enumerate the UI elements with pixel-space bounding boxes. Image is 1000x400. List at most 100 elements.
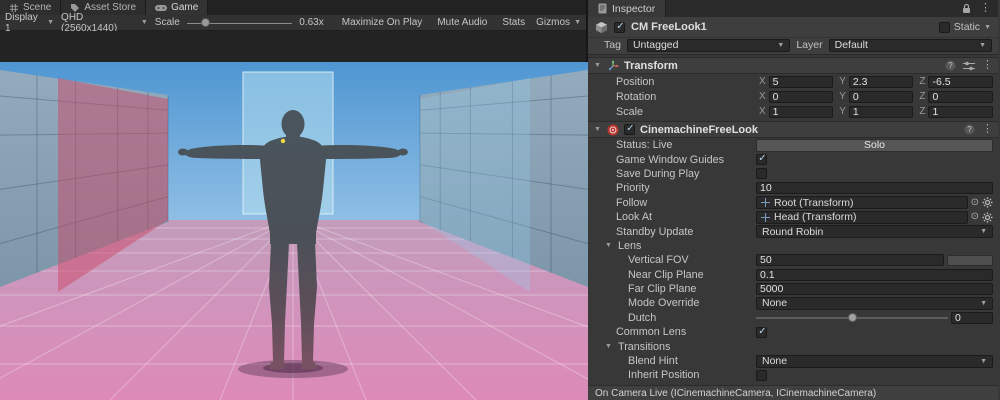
scale-label: Scale bbox=[155, 17, 180, 28]
layer-label: Layer bbox=[796, 39, 822, 51]
object-picker-icon[interactable]: ⊙ bbox=[971, 198, 979, 208]
static-group[interactable]: Static ▼ bbox=[939, 21, 991, 33]
follow-object-field[interactable]: Root (Transform) bbox=[756, 196, 968, 209]
gameobject-header: CM FreeLook1 Static ▼ bbox=[588, 17, 998, 38]
scale-z-field[interactable]: 1 bbox=[928, 106, 993, 118]
follow-row: Follow Root (Transform) ⊙ bbox=[588, 196, 998, 210]
scale-label: Scale bbox=[588, 106, 756, 118]
scale-slider-knob[interactable] bbox=[201, 18, 210, 27]
chevron-down-icon[interactable]: ▼ bbox=[984, 24, 991, 31]
gear-icon[interactable] bbox=[982, 197, 993, 208]
scale-value: 0.63x bbox=[299, 17, 323, 28]
tab-inspector[interactable]: Inspector bbox=[588, 0, 666, 17]
look-at-object-field[interactable]: Head (Transform) bbox=[756, 211, 968, 224]
presets-icon[interactable] bbox=[963, 61, 975, 71]
priority-field[interactable]: 10 bbox=[756, 182, 993, 194]
transform-title: Transform bbox=[624, 60, 678, 72]
follow-label: Follow bbox=[588, 197, 756, 209]
lock-icon[interactable] bbox=[962, 3, 971, 14]
transform-icon bbox=[607, 60, 619, 72]
dutch-slider-knob[interactable] bbox=[848, 313, 857, 322]
vertical-fov-field[interactable]: 50 bbox=[756, 254, 944, 266]
help-icon[interactable]: ? bbox=[964, 124, 975, 135]
gameobject-name-field[interactable]: CM FreeLook1 bbox=[631, 21, 933, 33]
save-during-play-label: Save During Play bbox=[588, 168, 756, 180]
game-viewport[interactable] bbox=[0, 31, 586, 400]
fov-preset-control[interactable] bbox=[947, 255, 993, 266]
chevron-down-icon: ▼ bbox=[979, 42, 986, 49]
svg-text:?: ? bbox=[967, 125, 972, 134]
position-y-field[interactable]: 2.3 bbox=[849, 76, 914, 88]
stats-button[interactable]: Stats bbox=[498, 17, 529, 28]
foldout-icon[interactable]: ▼ bbox=[593, 126, 602, 133]
menu-icon[interactable]: ⋮ bbox=[980, 3, 991, 14]
near-clip-field[interactable]: 0.1 bbox=[756, 269, 993, 281]
scale-slider[interactable] bbox=[187, 16, 292, 30]
inherit-position-checkbox[interactable] bbox=[756, 370, 767, 381]
blend-hint-row: Blend Hint None ▼ bbox=[588, 354, 998, 368]
transform-header-icons: ? ⋮ bbox=[945, 60, 993, 71]
transform-header[interactable]: ▼ Transform ? ⋮ bbox=[588, 57, 998, 74]
tag-layer-row: Tag Untagged ▼ Layer Default ▼ bbox=[588, 38, 998, 55]
tab-game[interactable]: Game bbox=[146, 0, 208, 15]
save-during-play-checkbox[interactable] bbox=[756, 168, 767, 179]
menu-icon[interactable]: ⋮ bbox=[982, 60, 993, 71]
rotation-y-field[interactable]: 0 bbox=[849, 91, 914, 103]
rotation-label: Rotation bbox=[588, 91, 756, 103]
far-clip-label: Far Clip Plane bbox=[588, 283, 756, 295]
camera-status-bar: On Camera Live (ICinemachineCamera, ICin… bbox=[588, 385, 998, 400]
foldout-icon[interactable]: ▼ bbox=[604, 343, 613, 350]
gear-icon[interactable] bbox=[982, 212, 993, 223]
blend-hint-label: Blend Hint bbox=[588, 355, 756, 367]
dutch-field[interactable]: 0 bbox=[951, 312, 993, 324]
gameobject-active-checkbox[interactable] bbox=[614, 22, 625, 33]
freelook-body: Status: Live Solo Game Window Guides Sav… bbox=[588, 138, 998, 383]
tag-value: Untagged bbox=[633, 39, 679, 51]
near-clip-label: Near Clip Plane bbox=[588, 269, 756, 281]
object-picker-icon[interactable]: ⊙ bbox=[971, 212, 979, 222]
chevron-down-icon: ▼ bbox=[980, 228, 987, 235]
common-lens-label: Common Lens bbox=[588, 326, 756, 338]
layer-value: Default bbox=[835, 39, 868, 51]
game-icon bbox=[155, 4, 167, 12]
mute-audio-button[interactable]: Mute Audio bbox=[433, 17, 491, 28]
gizmos-dropdown[interactable]: Gizmos ▼ bbox=[536, 17, 581, 28]
axis-x-label: X bbox=[759, 91, 766, 102]
blend-hint-dropdown[interactable]: None ▼ bbox=[756, 355, 993, 368]
foldout-icon[interactable]: ▼ bbox=[593, 62, 602, 69]
game-toolbar: Display 1 ▼ QHD (2560x1440) ▼ Scale 0.63… bbox=[0, 15, 586, 31]
rotation-z-field[interactable]: 0 bbox=[928, 91, 993, 103]
foldout-icon[interactable]: ▼ bbox=[604, 242, 613, 249]
common-lens-checkbox[interactable] bbox=[756, 327, 767, 338]
lens-foldout-row[interactable]: ▼ Lens bbox=[588, 239, 998, 253]
position-z-field[interactable]: -6.5 bbox=[928, 76, 993, 88]
maximize-on-play-button[interactable]: Maximize On Play bbox=[338, 17, 427, 28]
game-window-guides-checkbox[interactable] bbox=[756, 154, 767, 165]
unity-editor: Scene Asset Store Game Display 1 ▼ QHD (… bbox=[0, 0, 1000, 400]
transitions-foldout-row[interactable]: ▼ Transitions bbox=[588, 339, 998, 353]
standby-update-dropdown[interactable]: Round Robin ▼ bbox=[756, 225, 993, 238]
mode-override-dropdown[interactable]: None ▼ bbox=[756, 297, 993, 310]
tab-inspector-label: Inspector bbox=[612, 3, 655, 15]
static-checkbox[interactable] bbox=[939, 22, 950, 33]
rotation-x-field[interactable]: 0 bbox=[769, 91, 834, 103]
scale-row: Scale X 1 Y 1 Z 1 bbox=[588, 104, 998, 119]
menu-icon[interactable]: ⋮ bbox=[982, 124, 993, 135]
layer-dropdown[interactable]: Default ▼ bbox=[829, 39, 992, 52]
tab-game-label: Game bbox=[171, 2, 198, 13]
tag-dropdown[interactable]: Untagged ▼ bbox=[627, 39, 790, 52]
rendered-3d-scene bbox=[0, 62, 588, 400]
scale-y-field[interactable]: 1 bbox=[849, 106, 914, 118]
cinemachine-freelook-header[interactable]: ▼ CinemachineFreeLook ? ⋮ bbox=[588, 121, 998, 138]
solo-button[interactable]: Solo bbox=[756, 139, 993, 152]
component-enabled-checkbox[interactable] bbox=[624, 124, 635, 135]
transitions-title: Transitions bbox=[618, 341, 670, 353]
position-x-field[interactable]: 5 bbox=[769, 76, 834, 88]
help-icon[interactable]: ? bbox=[945, 60, 956, 71]
game-window-guides-label: Game Window Guides bbox=[588, 154, 756, 166]
scale-x-field[interactable]: 1 bbox=[769, 106, 834, 118]
far-clip-row: Far Clip Plane 5000 bbox=[588, 282, 998, 296]
dutch-slider[interactable] bbox=[756, 312, 948, 324]
far-clip-field[interactable]: 5000 bbox=[756, 283, 993, 295]
standby-update-row: Standby Update Round Robin ▼ bbox=[588, 224, 998, 238]
